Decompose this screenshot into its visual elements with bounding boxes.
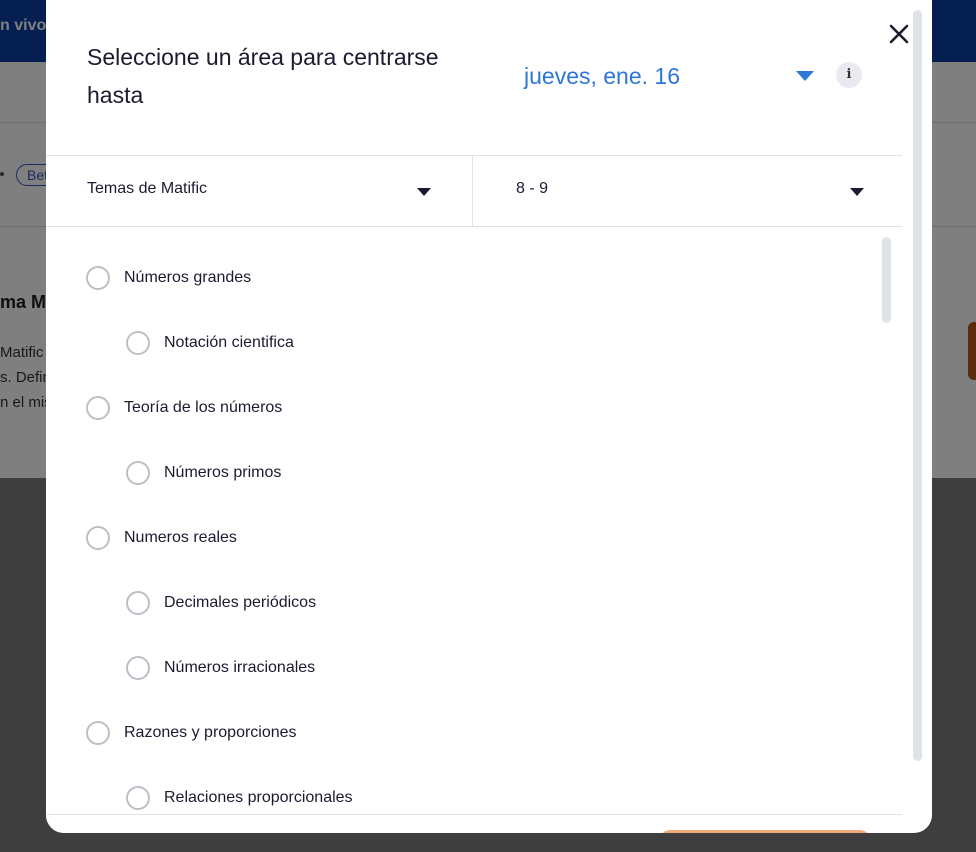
grade-dropdown[interactable]: 8 - 9: [474, 156, 902, 226]
topic-dropdown-value: Temas de Matific: [87, 180, 208, 197]
radio-button[interactable]: [126, 331, 150, 355]
subtopic-option-label: Notación cientifica: [164, 334, 294, 351]
focus-area-modal: Seleccione un área para centrarse hasta …: [46, 0, 932, 833]
topic-option-label: Razones y proporciones: [124, 724, 297, 741]
modal-scrollbar[interactable]: [913, 10, 922, 761]
radio-button[interactable]: [86, 266, 110, 290]
subtopic-option-label: Números primos: [164, 464, 282, 481]
topic-option-label: Teoría de los números: [124, 399, 283, 416]
info-icon[interactable]: i: [836, 62, 862, 88]
chevron-down-icon: [850, 188, 864, 196]
subtopic-option-label: Números irracionales: [164, 659, 316, 676]
confirm-button[interactable]: [660, 830, 870, 833]
topic-dropdown[interactable]: Temas de Matific: [46, 156, 473, 226]
topic-list-scrollbar[interactable]: [882, 237, 891, 323]
close-icon[interactable]: [885, 20, 913, 48]
modal-footer: [46, 814, 902, 833]
radio-button[interactable]: [126, 591, 150, 615]
date-dropdown[interactable]: jueves, ene. 16: [524, 60, 814, 92]
subtopic-option-label: Decimales periódicos: [164, 594, 317, 611]
topic-option-label: Números grandes: [124, 269, 252, 286]
filter-bar: Temas de Matific 8 - 9: [46, 156, 902, 227]
topic-list: Números grandes Notación cientifica Teor…: [46, 227, 902, 814]
chevron-down-icon: [417, 188, 431, 196]
modal-title: Seleccione un área para centrarse hasta: [87, 44, 439, 108]
topic-option-label: Numeros reales: [124, 529, 237, 546]
subtopic-option-label: Relaciones proporcionales: [164, 789, 353, 806]
radio-button[interactable]: [86, 396, 110, 420]
radio-button[interactable]: [86, 721, 110, 745]
radio-button[interactable]: [126, 461, 150, 485]
radio-button[interactable]: [126, 656, 150, 680]
modal-header: Seleccione un área para centrarse hasta …: [46, 0, 909, 156]
grade-dropdown-value: 8 - 9: [516, 180, 549, 197]
chevron-down-icon: [796, 71, 814, 81]
date-dropdown-value: jueves, ene. 16: [524, 63, 681, 89]
radio-button[interactable]: [86, 526, 110, 550]
radio-button[interactable]: [126, 786, 150, 810]
